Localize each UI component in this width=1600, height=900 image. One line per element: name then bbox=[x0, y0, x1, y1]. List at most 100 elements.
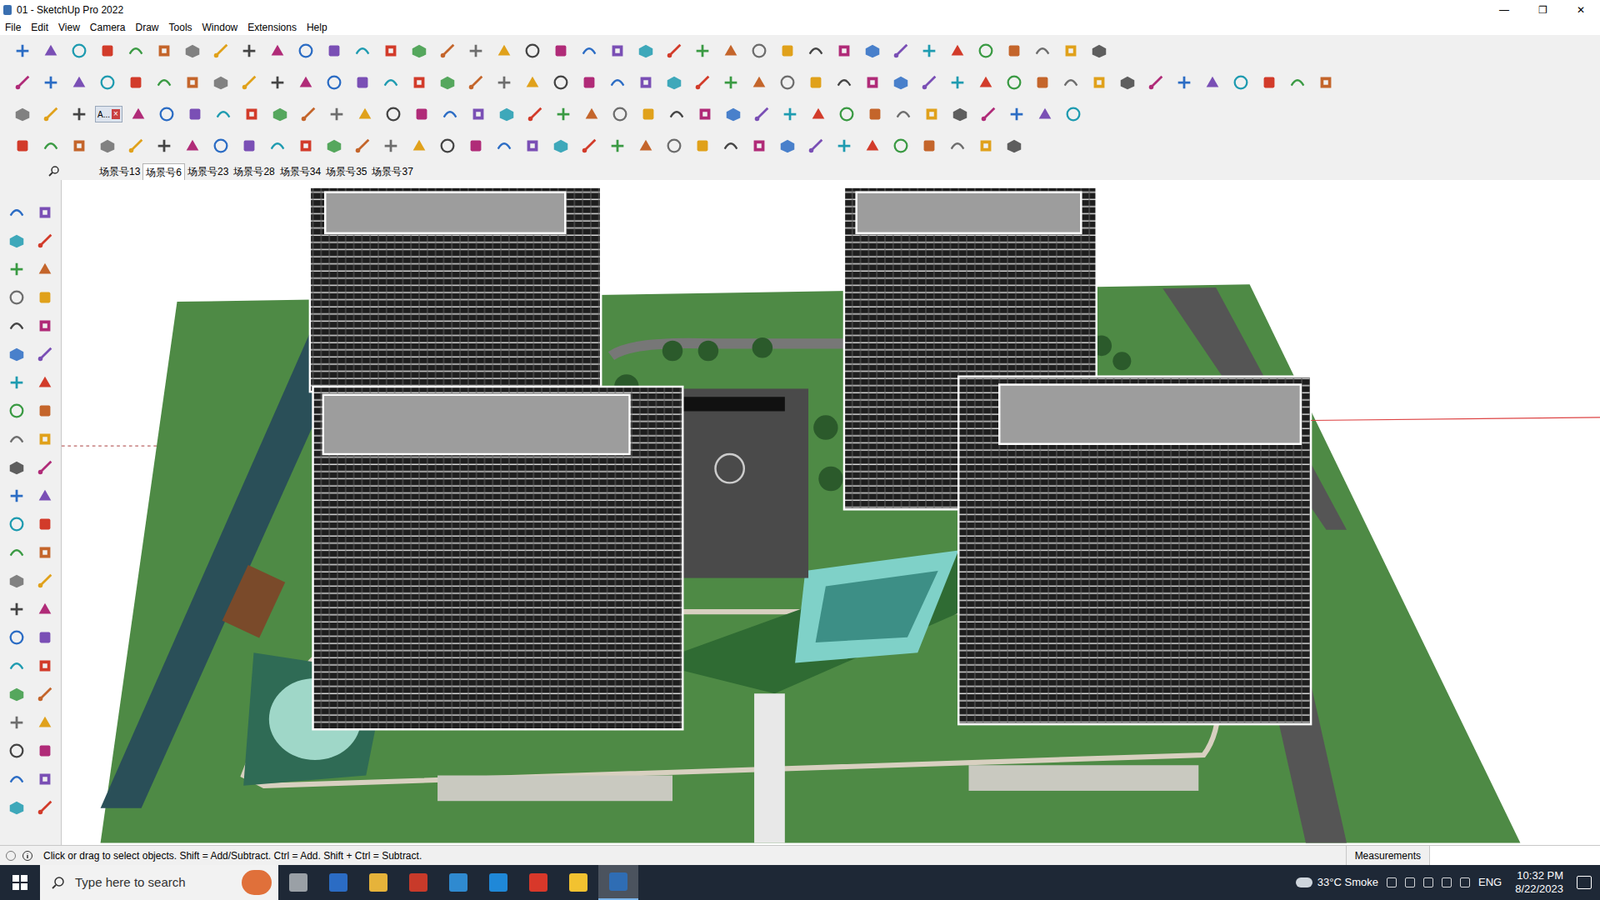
toolbar-button[interactable] bbox=[749, 100, 775, 128]
toolbar-button[interactable] bbox=[803, 69, 829, 96]
toolbar-button[interactable] bbox=[378, 69, 404, 96]
toolbar-button[interactable] bbox=[860, 69, 885, 96]
toolbar-button[interactable] bbox=[123, 132, 149, 160]
toolbar-button[interactable] bbox=[4, 199, 30, 226]
scene-tab[interactable]: 场景号37 bbox=[369, 163, 415, 180]
toolbar-button[interactable] bbox=[1143, 69, 1169, 96]
toolbar-button[interactable] bbox=[32, 652, 58, 680]
floating-toolbar-tab[interactable]: A...× bbox=[95, 105, 123, 123]
toolbar-button[interactable] bbox=[1030, 69, 1055, 96]
toolbar-button[interactable] bbox=[406, 69, 432, 96]
toolbar-button[interactable] bbox=[1058, 37, 1084, 65]
scene-tab[interactable]: 场景号35 bbox=[323, 163, 370, 180]
toolbar-button[interactable] bbox=[4, 539, 30, 566]
toolbar-button[interactable] bbox=[520, 132, 545, 160]
toolbar-button[interactable] bbox=[32, 284, 58, 311]
toolbar-button[interactable] bbox=[919, 100, 945, 128]
toolbar-button[interactable] bbox=[66, 100, 92, 128]
toolbar-button[interactable] bbox=[805, 100, 831, 128]
toolbar-button[interactable] bbox=[435, 132, 460, 160]
toolbar-button[interactable] bbox=[661, 69, 687, 96]
toolbar-button[interactable] bbox=[380, 100, 406, 128]
toolbar-button[interactable] bbox=[520, 69, 545, 96]
toolbar-button[interactable] bbox=[1313, 69, 1339, 96]
toolbar-button[interactable] bbox=[777, 100, 803, 128]
scene-tab[interactable]: 场景号28 bbox=[230, 163, 277, 180]
toolbar-button[interactable] bbox=[720, 100, 746, 128]
geo-icon[interactable] bbox=[5, 850, 17, 862]
toolbar-button[interactable] bbox=[378, 132, 404, 160]
toolbar-button[interactable] bbox=[1030, 37, 1055, 65]
toolbar-button[interactable] bbox=[32, 510, 58, 538]
toolbar-button[interactable] bbox=[32, 539, 58, 566]
toolbar-button[interactable] bbox=[775, 69, 800, 96]
toolbar-button[interactable] bbox=[435, 37, 460, 65]
toolbar-button[interactable] bbox=[973, 69, 999, 96]
toolbar-button[interactable] bbox=[32, 794, 58, 821]
toolbar-button[interactable] bbox=[4, 680, 30, 708]
toolbar-button[interactable] bbox=[973, 132, 999, 160]
toolbar-button[interactable] bbox=[463, 132, 489, 160]
toolbar-button[interactable] bbox=[32, 567, 58, 595]
scene-tab[interactable]: 场景号13 bbox=[96, 163, 143, 180]
toolbar-button[interactable] bbox=[32, 595, 58, 623]
toolbar-button[interactable] bbox=[352, 100, 378, 128]
toolbar-button[interactable] bbox=[236, 132, 262, 160]
toolbar-button[interactable] bbox=[1001, 132, 1027, 160]
model-view[interactable] bbox=[61, 180, 1600, 845]
toolbar-button[interactable] bbox=[32, 482, 58, 510]
toolbar-button[interactable] bbox=[831, 69, 857, 96]
toolbar-button[interactable] bbox=[151, 69, 177, 96]
toolbar-button[interactable] bbox=[4, 284, 30, 311]
taskbar-app[interactable] bbox=[318, 865, 359, 900]
toolbar-button[interactable] bbox=[32, 199, 58, 226]
toolbar-button[interactable] bbox=[945, 132, 970, 160]
toolbar-button[interactable] bbox=[576, 69, 602, 96]
toolbar-button[interactable] bbox=[293, 37, 319, 65]
toolbar-button[interactable] bbox=[635, 100, 661, 128]
search-placeholder[interactable]: Type here to search bbox=[75, 873, 232, 893]
toolbar-button[interactable] bbox=[945, 37, 970, 65]
toolbar-button[interactable] bbox=[32, 312, 58, 340]
toolbar-button[interactable] bbox=[151, 132, 177, 160]
toolbar-button[interactable] bbox=[350, 37, 375, 65]
window-control[interactable]: — bbox=[1485, 0, 1524, 20]
toolbar-button[interactable] bbox=[154, 100, 180, 128]
toolbar-button[interactable] bbox=[4, 425, 30, 453]
toolbar-button[interactable] bbox=[664, 100, 690, 128]
taskbar-app[interactable] bbox=[518, 865, 559, 900]
menu-item[interactable]: Tools bbox=[169, 20, 193, 35]
toolbar-button[interactable] bbox=[862, 100, 888, 128]
toolbar-button[interactable] bbox=[463, 69, 489, 96]
menu-item[interactable]: View bbox=[58, 20, 80, 35]
toolbar-button[interactable] bbox=[775, 132, 800, 160]
toolbar-button[interactable] bbox=[4, 737, 30, 765]
toolbar-button[interactable] bbox=[406, 132, 432, 160]
toolbar-button[interactable] bbox=[32, 737, 58, 765]
toolbar-button[interactable] bbox=[321, 132, 347, 160]
scene-tab[interactable]: 场景号23 bbox=[185, 163, 231, 180]
toolbar-button[interactable] bbox=[293, 69, 319, 96]
toolbar-button[interactable] bbox=[607, 100, 633, 128]
tray-icon[interactable] bbox=[1460, 877, 1470, 888]
toolbar-button[interactable] bbox=[1086, 69, 1112, 96]
toolbar-button[interactable] bbox=[4, 482, 30, 510]
menu-item[interactable]: Camera bbox=[90, 20, 126, 35]
toolbar-button[interactable] bbox=[491, 69, 517, 96]
toolbar-button[interactable] bbox=[494, 100, 520, 128]
toolbar-button[interactable] bbox=[605, 132, 630, 160]
toolbar-button[interactable] bbox=[803, 132, 829, 160]
toolbar-button[interactable] bbox=[803, 37, 829, 65]
toolbar-button[interactable] bbox=[409, 100, 435, 128]
toolbar-button[interactable] bbox=[520, 37, 545, 65]
scene-search[interactable] bbox=[0, 161, 64, 180]
toolbar-button[interactable] bbox=[947, 100, 973, 128]
toolbar-button[interactable] bbox=[4, 340, 30, 368]
toolbar-button[interactable] bbox=[378, 37, 404, 65]
toolbar-button[interactable] bbox=[10, 100, 35, 128]
toolbar-button[interactable] bbox=[916, 69, 942, 96]
tray-icon[interactable] bbox=[1405, 877, 1415, 888]
toolbar-button[interactable] bbox=[718, 37, 744, 65]
toolbar-button[interactable] bbox=[831, 132, 857, 160]
toolbar-button[interactable] bbox=[66, 69, 92, 96]
